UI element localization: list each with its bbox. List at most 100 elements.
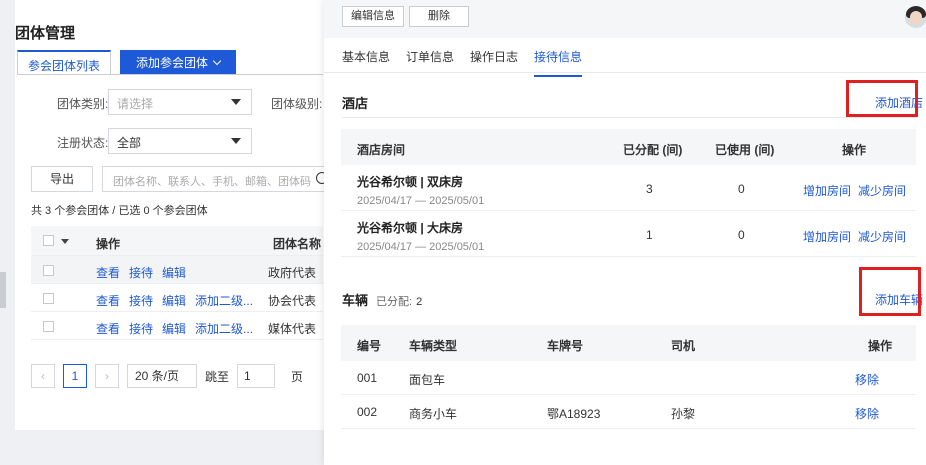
caret-down-icon (231, 99, 241, 105)
header-plate: 车牌号 (547, 339, 584, 353)
caret-down-icon[interactable] (61, 239, 69, 244)
chevron-down-icon (212, 56, 222, 66)
tab-group-list[interactable]: 参会团体列表 (17, 50, 112, 75)
table-row: 查看 接待 编辑 政府代表 (31, 256, 323, 284)
prev-page-button[interactable]: ‹ (31, 364, 55, 388)
vehicle-driver: 孙黎 (671, 407, 696, 421)
add-room-link[interactable]: 增加房间 (803, 228, 851, 245)
vehicle-allocated-label: 已分配: (376, 296, 413, 308)
edit-link[interactable]: 编辑 (162, 292, 186, 309)
highlight-box (846, 80, 918, 117)
page-size-value: 20 条/页 (135, 369, 180, 383)
status-filter-label: 注册状态: (57, 136, 109, 150)
table-row: 光谷希尔顿 | 大床房 2025/04/17 — 2025/05/01 1 0 … (341, 211, 916, 257)
header-group-name: 团体名称 (273, 237, 322, 251)
select-all-checkbox[interactable] (43, 235, 54, 246)
reception-link[interactable]: 接待 (129, 292, 153, 309)
row-actions: 查看 接待 编辑 (96, 264, 186, 281)
hotel-room-cell: 光谷希尔顿 | 大床房 2025/04/17 — 2025/05/01 (357, 219, 484, 253)
row-actions: 查看 接待 编辑 添加二级... (96, 320, 253, 337)
row-checkbox[interactable] (43, 293, 54, 304)
pagination: ‹ 1 › 20 条/页 跳至 1 页 (31, 364, 303, 388)
row-checkbox[interactable] (43, 321, 54, 332)
group-name: 媒体代表 (266, 320, 317, 337)
reception-link[interactable]: 接待 (129, 320, 153, 337)
status-filter-value: 全部 (117, 136, 142, 150)
status-filter-select[interactable]: 全部 (108, 128, 252, 154)
used-count: 0 (738, 182, 745, 196)
add-room-link[interactable]: 增加房间 (803, 182, 851, 199)
table-row: 查看 接待 编辑 添加二级... 协会代表 (31, 284, 323, 312)
group-tabs: 参会团体列表 添加参会团体 (17, 50, 237, 75)
header-op: 操作 (96, 237, 121, 251)
group-name: 政府代表 (268, 266, 317, 280)
used-count: 0 (738, 228, 745, 242)
vehicle-no: 001 (357, 371, 378, 385)
view-link[interactable]: 查看 (96, 264, 120, 281)
row-actions: 查看 接待 编辑 添加二级... (96, 292, 253, 309)
selection-count: 共 3 个参会团体 / 已选 0 个参会团体 (31, 205, 208, 217)
jump-page-input[interactable]: 1 (237, 364, 276, 388)
remove-vehicle-link[interactable]: 移除 (855, 405, 879, 422)
table-row: 002 商务小车 鄂A18923 孙黎 移除 (341, 395, 916, 429)
header-driver: 司机 (671, 339, 696, 353)
hotel-section-divider (342, 117, 917, 118)
header-op: 操作 (868, 339, 893, 353)
jump-label: 跳至 (205, 369, 230, 384)
edit-link[interactable]: 编辑 (162, 320, 186, 337)
edit-info-button[interactable]: 编辑信息 (342, 6, 404, 27)
reduce-room-link[interactable]: 减少房间 (858, 182, 906, 199)
vehicle-section-title: 车辆 已分配: 2 (342, 290, 422, 309)
vehicle-no: 002 (357, 405, 378, 419)
view-link[interactable]: 查看 (96, 292, 120, 309)
next-page-button[interactable]: › (95, 364, 119, 388)
hotel-room-name: 光谷希尔顿 | 大床房 (357, 221, 464, 235)
page-title: 团体管理 (15, 25, 76, 42)
remove-vehicle-link[interactable]: 移除 (855, 371, 879, 388)
page-unit-label: 页 (291, 369, 304, 384)
header-no: 编号 (357, 339, 382, 353)
add-subgroup-link[interactable]: 添加二级... (195, 320, 253, 337)
vehicle-type: 面包车 (409, 373, 446, 387)
avatar[interactable] (905, 6, 926, 28)
type-filter-select[interactable]: 请选择 (108, 89, 252, 115)
drag-handle[interactable] (0, 272, 6, 308)
header-op: 操作 (842, 143, 867, 157)
vehicle-table-header: 编号 车辆类型 车牌号 司机 操作 (341, 325, 916, 361)
vehicle-allocated-value: 2 (416, 296, 423, 308)
search-input[interactable]: 团体名称、联系人、手机、邮箱、团体码 (102, 166, 327, 192)
avatar-face (910, 11, 922, 24)
header-room: 酒店房间 (357, 143, 406, 157)
reduce-room-link[interactable]: 减少房间 (858, 228, 906, 245)
export-button[interactable]: 导出 (31, 166, 93, 192)
hotel-room-name: 光谷希尔顿 | 双床房 (357, 175, 464, 189)
tab-divider (324, 72, 926, 73)
add-group-button[interactable]: 添加参会团体 (120, 50, 237, 75)
reception-drawer: 编辑信息 删除 基本信息 订单信息 操作日志 接待信息 酒店 添加酒店 酒店房间… (324, 0, 926, 465)
row-checkbox[interactable] (43, 265, 54, 276)
edit-link[interactable]: 编辑 (162, 264, 186, 281)
table-row: 查看 接待 编辑 添加二级... 媒体代表 (31, 312, 323, 340)
allocated-count: 3 (646, 182, 653, 196)
add-subgroup-link[interactable]: 添加二级... (195, 292, 253, 309)
view-link[interactable]: 查看 (96, 320, 120, 337)
page-size-select[interactable]: 20 条/页 (127, 364, 197, 388)
reception-link[interactable]: 接待 (129, 264, 153, 281)
hotel-table: 酒店房间 已分配 (间) 已使用 (间) 操作 光谷希尔顿 | 双床房 2025… (341, 129, 916, 257)
group-table: 操作 团体名称 查看 接待 编辑 政府代表 查看 接待 编辑 添加二级... 协… (31, 226, 323, 340)
header-used: 已使用 (间) (715, 143, 775, 157)
delete-button[interactable]: 删除 (409, 6, 469, 27)
page-1-button[interactable]: 1 (63, 364, 87, 388)
vehicle-plate: 鄂A18923 (547, 407, 601, 421)
table-row: 001 面包车 移除 (341, 361, 916, 395)
level-filter-label: 团体级别: (271, 97, 323, 111)
type-filter-placeholder: 请选择 (117, 97, 154, 111)
drawer-toolbar: 编辑信息 删除 (324, 0, 926, 38)
caret-down-icon (231, 138, 241, 144)
header-allocated: 已分配 (间) (623, 143, 683, 157)
header-type: 车辆类型 (409, 339, 458, 353)
hotel-room-cell: 光谷希尔顿 | 双床房 2025/04/17 — 2025/05/01 (357, 173, 484, 207)
vehicle-allocated: 已分配: 2 (376, 296, 422, 308)
hotel-section-title: 酒店 (342, 96, 369, 111)
hotel-room-dates: 2025/04/17 — 2025/05/01 (357, 195, 485, 207)
